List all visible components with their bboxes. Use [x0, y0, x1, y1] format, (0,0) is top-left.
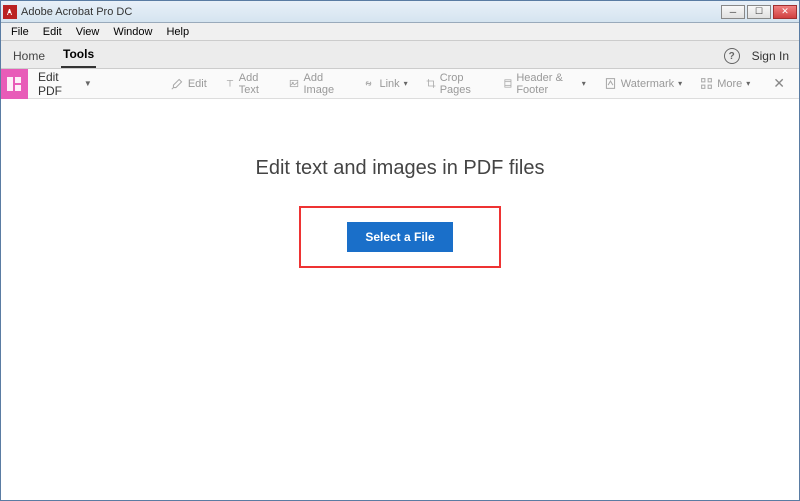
page-icon [604, 77, 617, 90]
tab-home[interactable]: Home [11, 44, 47, 68]
menu-edit[interactable]: Edit [37, 25, 68, 39]
tool-header-footer[interactable]: Header & Footer ▾ [494, 72, 595, 96]
tool-label[interactable]: Edit PDF ▼ [28, 70, 102, 98]
menu-file[interactable]: File [5, 25, 35, 39]
minimize-button[interactable]: ─ [721, 5, 745, 19]
window-controls: ─ ☐ ✕ [721, 5, 797, 19]
tool-link[interactable]: Link ▾ [353, 77, 416, 90]
chevron-down-icon: ▾ [582, 79, 586, 88]
tool-add-image[interactable]: Add Image [280, 72, 353, 96]
menu-view[interactable]: View [70, 25, 106, 39]
edit-pdf-icon [1, 69, 28, 99]
page-title: Edit text and images in PDF files [255, 157, 544, 180]
tool-crop-pages[interactable]: Crop Pages [417, 72, 494, 96]
toolbar: Edit PDF ▼ Edit Add Text Add Image Link … [1, 69, 799, 99]
tool-label-text: Edit PDF [38, 70, 80, 98]
tool-watermark-label: Watermark [621, 78, 674, 90]
select-file-button[interactable]: Select a File [347, 222, 452, 252]
close-button[interactable]: ✕ [773, 5, 797, 19]
tab-tools[interactable]: Tools [61, 42, 96, 68]
tool-more-label: More [717, 78, 742, 90]
help-icon[interactable]: ? [724, 48, 740, 64]
tool-add-image-label: Add Image [303, 72, 344, 96]
grid-icon [700, 77, 713, 90]
tool-add-text[interactable]: Add Text [216, 72, 281, 96]
menu-window[interactable]: Window [107, 25, 158, 39]
sign-in-link[interactable]: Sign In [752, 49, 789, 63]
chevron-down-icon: ▾ [746, 79, 750, 88]
tool-link-label: Link [379, 78, 399, 90]
chevron-down-icon: ▼ [84, 79, 92, 88]
tool-more[interactable]: More ▾ [691, 77, 759, 90]
maximize-button[interactable]: ☐ [747, 5, 771, 19]
content-area: Edit text and images in PDF files Select… [1, 99, 799, 500]
app-icon [3, 5, 17, 19]
tool-watermark[interactable]: Watermark ▾ [595, 77, 691, 90]
menu-help[interactable]: Help [160, 25, 195, 39]
image-icon [289, 77, 299, 90]
menubar: File Edit View Window Help [1, 23, 799, 41]
tabbar: Home Tools ? Sign In [1, 41, 799, 69]
tool-edit[interactable]: Edit [162, 77, 216, 90]
chevron-down-icon: ▾ [678, 79, 682, 88]
chevron-down-icon: ▾ [404, 79, 408, 88]
crop-icon [426, 77, 436, 90]
tool-edit-label: Edit [188, 78, 207, 90]
titlebar: Adobe Acrobat Pro DC ─ ☐ ✕ [1, 1, 799, 23]
toolbar-close-button[interactable]: ✕ [759, 75, 799, 92]
highlight-box: Select a File [299, 206, 500, 268]
window-title: Adobe Acrobat Pro DC [21, 6, 721, 18]
text-icon [225, 77, 235, 90]
tool-add-text-label: Add Text [239, 72, 272, 96]
tool-header-footer-label: Header & Footer [516, 72, 577, 96]
tool-crop-pages-label: Crop Pages [440, 72, 485, 96]
page-icon [503, 77, 513, 90]
link-icon [362, 77, 375, 90]
edit-icon [171, 77, 184, 90]
